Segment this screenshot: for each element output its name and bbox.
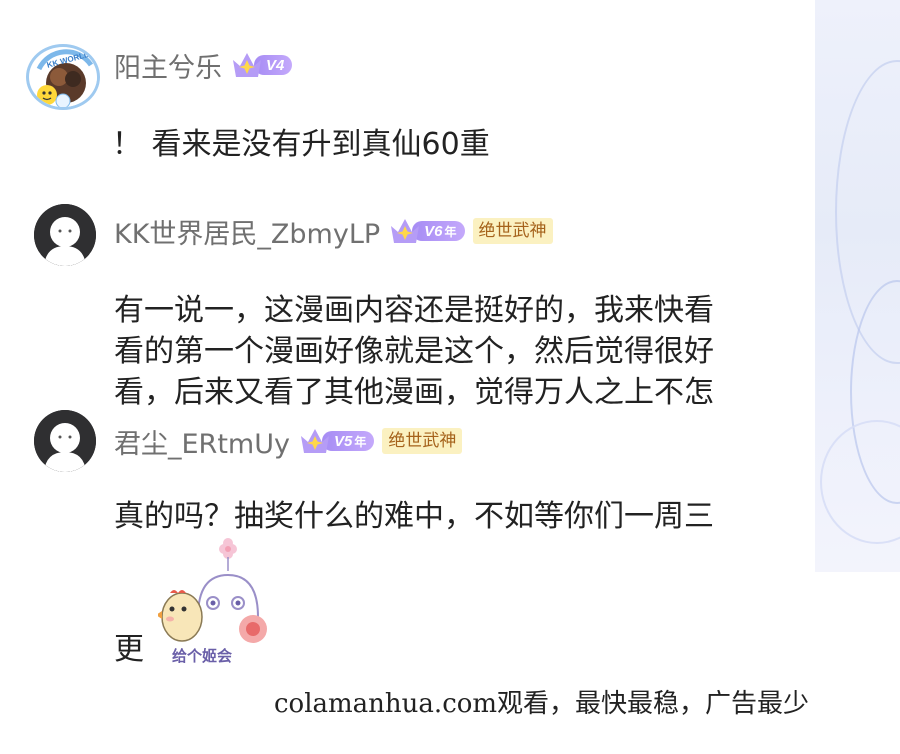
- comment-text: ！ 看来是没有升到真仙60重: [112, 127, 490, 162]
- svg-text:给个姬会: 给个姬会: [172, 647, 232, 665]
- vip-badge: V4: [230, 50, 293, 80]
- comment-header: 阳主兮乐 V4: [114, 45, 293, 85]
- crown-icon: [230, 50, 264, 80]
- comment-text: 有一说一，这漫画内容还是挺好的，我来快看 看的第一个漫画好像就是这个，然后觉得很…: [114, 290, 794, 413]
- default-avatar-icon[interactable]: [34, 410, 96, 472]
- title-badge: 绝世武神: [382, 428, 463, 454]
- default-avatar-icon[interactable]: [34, 204, 96, 266]
- chick-sticker-icon: 给个姬会: [156, 537, 276, 671]
- kk-world-avatar-icon[interactable]: KK WORLD: [26, 44, 100, 110]
- footer-watermark: colamanhua.com观看，最快最稳，广告最少: [274, 689, 810, 719]
- crown-icon: [298, 426, 332, 456]
- title-badge: 绝世武神: [472, 218, 553, 244]
- comment-text-line: 看，后来又看了其他漫画，觉得万人之上不怎: [114, 375, 714, 410]
- username[interactable]: 君尘_ERtmUy: [114, 422, 290, 461]
- username[interactable]: 阳主兮乐: [114, 46, 222, 85]
- comment-text-line: 看的第一个漫画好像就是这个，然后觉得很好: [114, 334, 714, 369]
- comment-text: 真的吗？抽奖什么的难中，不如等你们一周三: [114, 499, 714, 534]
- vip-badge: V5 年: [298, 426, 375, 456]
- comment-text-line: 有一说一，这漫画内容还是挺好的，我来快看: [114, 293, 714, 328]
- side-background-art: [815, 0, 900, 572]
- vip-badge: V6 年: [388, 216, 465, 246]
- username[interactable]: KK世界居民_ZbmyLP: [114, 212, 380, 251]
- comment-header: KK世界居民_ZbmyLP V6 年 绝世武神: [114, 211, 553, 251]
- comment-header: 君尘_ERtmUy V5 年 绝世武神: [114, 421, 463, 461]
- decor-ribbon: [820, 420, 900, 544]
- kk-world-avatar-art: KK WORLD: [35, 49, 97, 107]
- crown-icon: [388, 216, 422, 246]
- comment-text-tail: 更: [114, 632, 144, 667]
